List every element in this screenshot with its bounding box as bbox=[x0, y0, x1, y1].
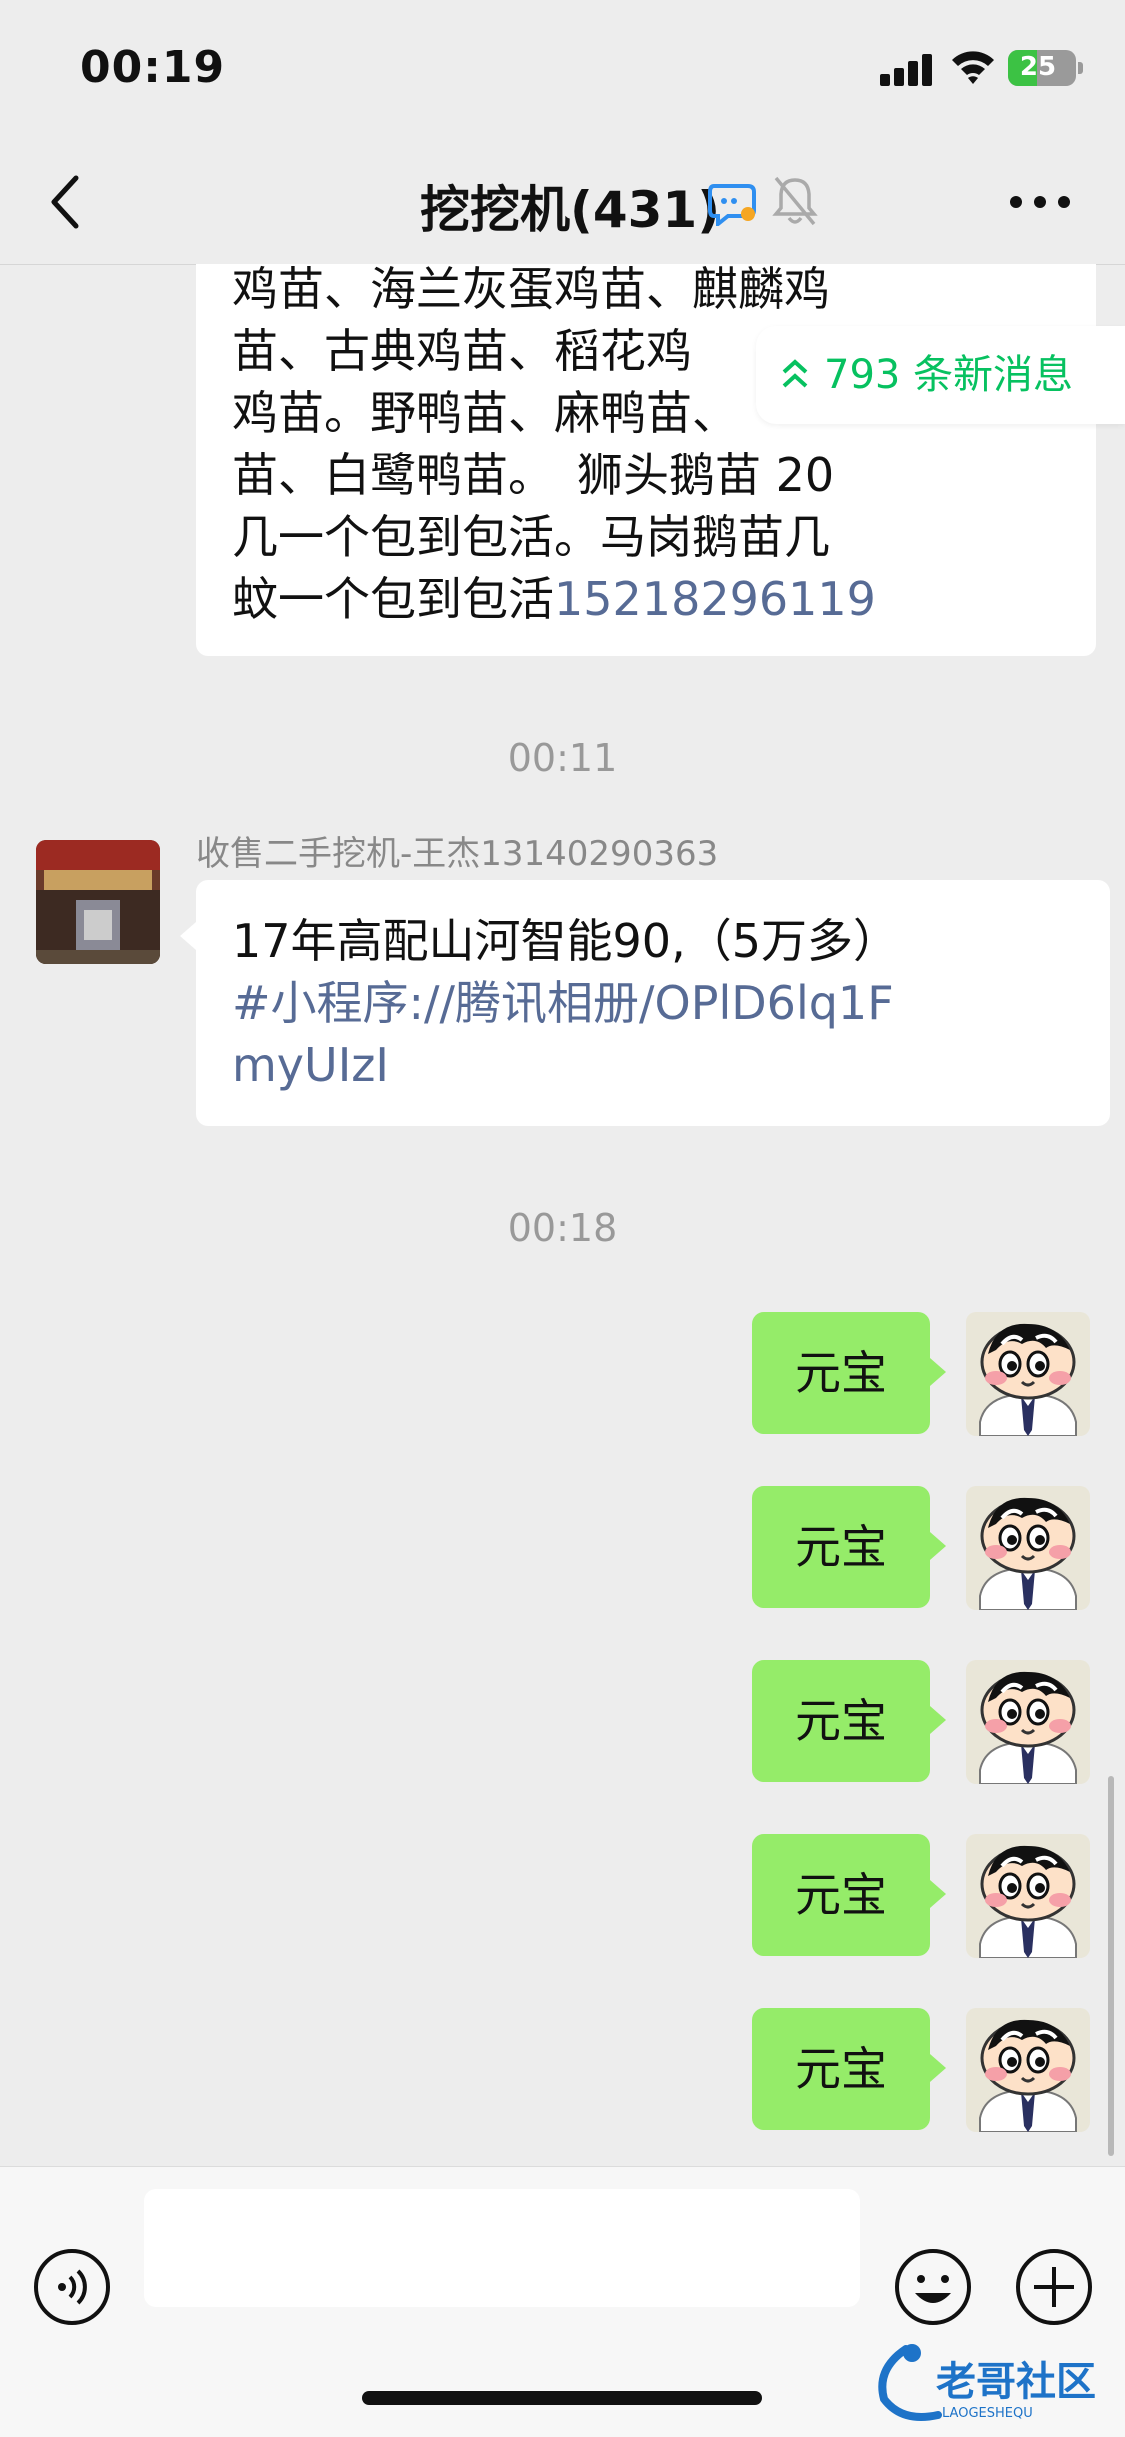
battery-level: 25 bbox=[1019, 52, 1057, 82]
message-bubble-received[interactable]: 鸡苗、海兰灰蛋鸡苗、麒麟鸡 苗、古典鸡苗、稻花鸡 鸡苗。野鸭苗、麻鸭苗、 苗、白… bbox=[196, 262, 1096, 656]
my-avatar[interactable] bbox=[966, 1660, 1090, 1784]
message-line: 蚊一个包到包活 bbox=[232, 572, 554, 626]
my-avatar[interactable] bbox=[966, 1312, 1090, 1436]
back-icon[interactable] bbox=[46, 174, 86, 230]
sender-avatar[interactable] bbox=[36, 840, 160, 964]
watermark-logo: 老哥社区 LAOGESHEQU bbox=[878, 2344, 1096, 2421]
plus-icon[interactable] bbox=[1014, 2247, 1094, 2327]
scrollbar[interactable] bbox=[1108, 1776, 1114, 2156]
new-messages-button[interactable]: 793 条新消息 bbox=[756, 326, 1125, 424]
bubble-tail bbox=[930, 1706, 946, 1734]
message-bubble-sent[interactable]: 元宝 bbox=[752, 1486, 930, 1608]
timestamp: 00:18 bbox=[507, 1206, 618, 1250]
wifi-icon bbox=[952, 51, 994, 84]
chat-title[interactable]: 挖挖机(431) bbox=[420, 170, 720, 242]
status-time: 00:19 bbox=[80, 42, 226, 93]
watermark-text: 老哥社区 bbox=[936, 2359, 1096, 2405]
emoji-icon[interactable] bbox=[893, 2247, 973, 2327]
my-avatar-image bbox=[966, 1660, 1090, 1784]
my-avatar-image bbox=[966, 1312, 1090, 1436]
mini-program-link[interactable]: #小程序://腾讯相册/OPlD6lq1F bbox=[232, 972, 1092, 1034]
my-avatar-image bbox=[966, 1486, 1090, 1610]
status-bar: 00:19 25 bbox=[0, 0, 1125, 140]
message-line: 几一个包到包活。马岗鹅苗几 bbox=[232, 510, 830, 564]
voice-input-icon[interactable] bbox=[32, 2247, 112, 2327]
more-icon[interactable] bbox=[1010, 196, 1070, 210]
message-bubble-sent[interactable]: 元宝 bbox=[752, 1660, 930, 1782]
sender-avatar-image bbox=[36, 840, 160, 964]
watermark-subtext: LAOGESHEQU bbox=[942, 2406, 1033, 2421]
my-avatar[interactable] bbox=[966, 1834, 1090, 1958]
message-bubble-sent[interactable]: 元宝 bbox=[752, 2008, 930, 2130]
message-input[interactable] bbox=[144, 2189, 860, 2307]
phone-link[interactable]: 15218296119 bbox=[554, 572, 876, 626]
mini-program-link[interactable]: myUIzI bbox=[232, 1034, 1092, 1096]
message-line: 17年高配山河智能90,（5万多） bbox=[232, 914, 899, 968]
sender-name: 收售二手挖机-王杰13140290363 bbox=[196, 834, 719, 874]
battery-icon: 25 bbox=[1008, 50, 1083, 86]
my-avatar[interactable] bbox=[966, 1486, 1090, 1610]
new-messages-label: 793 条新消息 bbox=[824, 352, 1074, 398]
message-bubble-sent[interactable]: 元宝 bbox=[752, 1312, 930, 1434]
home-indicator bbox=[362, 2391, 762, 2405]
cellular-signal-icon bbox=[880, 52, 936, 86]
message-bubble-sent[interactable]: 元宝 bbox=[752, 1834, 930, 1956]
bubble-tail bbox=[930, 1358, 946, 1386]
message-line: 苗、白鹭鸭苗。 狮头鹅苗 20 bbox=[232, 448, 835, 502]
message-bubble-received[interactable]: 17年高配山河智能90,（5万多） #小程序://腾讯相册/OPlD6lq1F … bbox=[196, 880, 1110, 1126]
bubble-tail bbox=[930, 2054, 946, 2082]
bubble-tail bbox=[930, 1880, 946, 1908]
chat-header: 挖挖机(431) bbox=[0, 140, 1125, 265]
my-avatar-image bbox=[966, 1834, 1090, 1958]
my-avatar-image bbox=[966, 2008, 1090, 2132]
timestamp: 00:11 bbox=[507, 736, 618, 780]
bubble-tail bbox=[930, 1532, 946, 1560]
group-bubble-icon bbox=[708, 184, 756, 226]
bubble-tail bbox=[180, 922, 196, 950]
mute-bell-icon bbox=[772, 176, 818, 226]
message-line: 鸡苗、海兰灰蛋鸡苗、麒麟鸡 bbox=[232, 262, 830, 316]
double-chevron-up-icon bbox=[782, 359, 808, 388]
input-bar: 老哥社区 LAOGESHEQU bbox=[0, 2166, 1125, 2437]
my-avatar[interactable] bbox=[966, 2008, 1090, 2132]
